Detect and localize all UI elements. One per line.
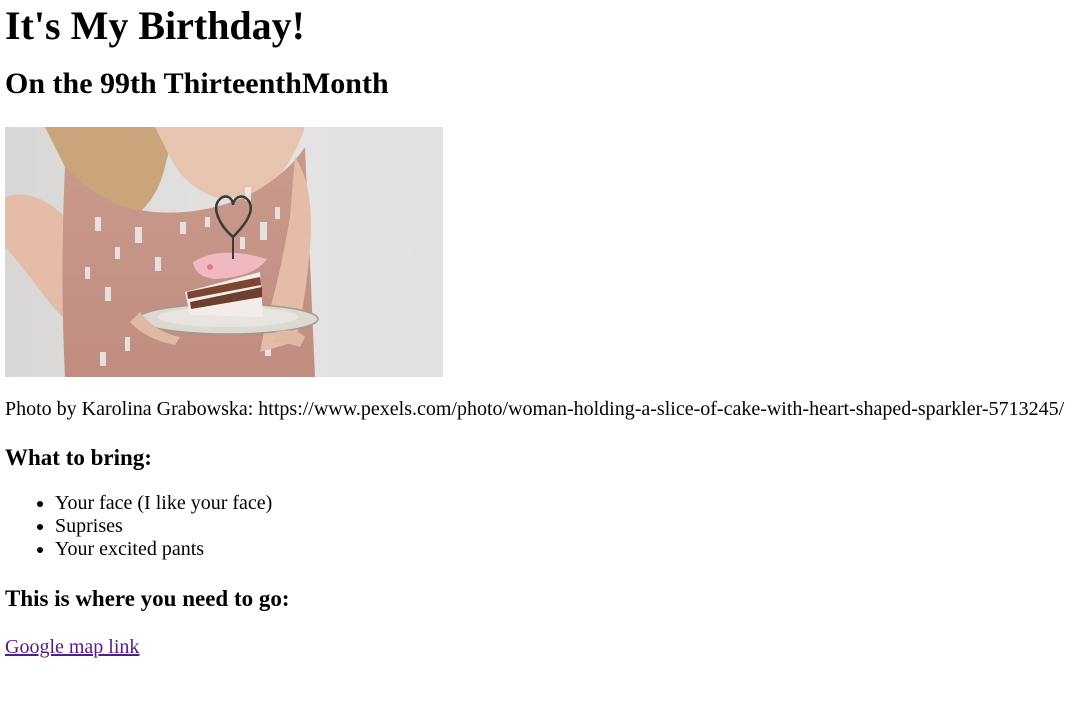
photo-caption: Photo by Karolina Grabowska: https://www… (5, 398, 1065, 420)
page-title: It's My Birthday! (5, 3, 305, 48)
bring-list: Your face (I like your face) Suprises Yo… (5, 492, 1070, 561)
location-heading: This is where you need to go: (5, 586, 290, 611)
list-item: Suprises (55, 515, 1070, 538)
list-item: Your face (I like your face) (55, 492, 1070, 515)
google-map-link[interactable]: Google map link (5, 634, 139, 660)
page-subtitle: On the 99th ThirteenthMonth (5, 67, 389, 100)
birthday-photo (5, 127, 443, 377)
list-item: Your excited pants (55, 538, 1070, 561)
bring-heading: What to bring: (5, 445, 152, 470)
page: It's My Birthday! On the 99th Thirteenth… (0, 3, 1078, 660)
